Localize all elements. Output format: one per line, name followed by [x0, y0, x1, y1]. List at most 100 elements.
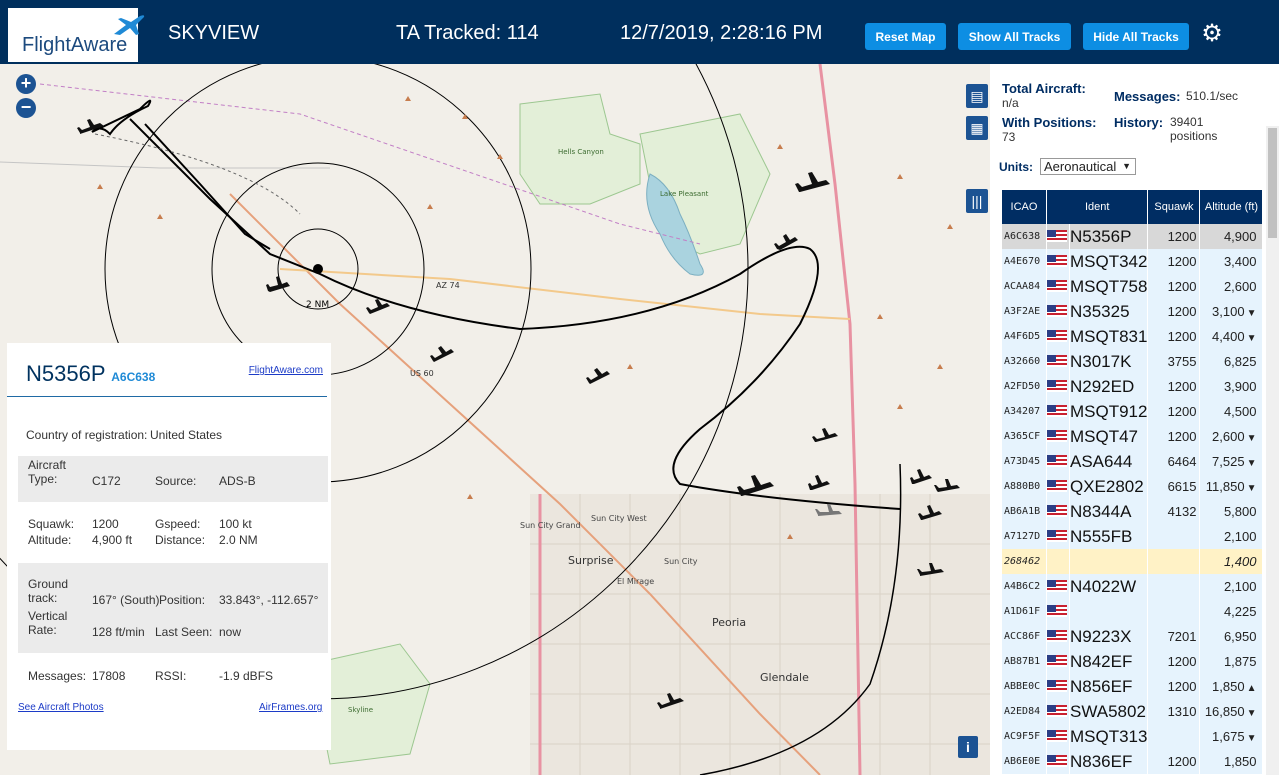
map-label-lake-pleasant: Lake Pleasant [660, 190, 709, 198]
altitude-cell: 2,100 [1200, 524, 1263, 549]
us-flag-icon [1047, 605, 1067, 618]
flag-cell [1047, 524, 1069, 549]
map-label-sun-city-west: Sun City West [591, 514, 647, 523]
altitude-value: 4,900 ft [92, 533, 133, 547]
selected-registration: N5356P A6C638 [26, 361, 156, 386]
aircraft-type-label: Aircraft Type: [28, 458, 67, 486]
column-icao[interactable]: ICAO [1002, 190, 1046, 224]
hide-all-tracks-button[interactable]: Hide All Tracks [1083, 23, 1189, 50]
flag-cell [1047, 324, 1069, 349]
squawk-cell: 1310 [1148, 699, 1200, 724]
us-flag-icon [1047, 355, 1067, 368]
icao-cell: AB6A1B [1002, 499, 1046, 524]
table-row[interactable]: A4B6C2 N4022W 2,100 [1002, 574, 1263, 599]
ident-cell: N842EF [1070, 649, 1148, 674]
table-row[interactable]: ACAA84 MSQT758 1200 2,600 [1002, 274, 1263, 299]
map-label-sun-city: Sun City [664, 557, 698, 566]
messages-rate-label: Messages: [1114, 89, 1181, 104]
table-row[interactable]: A365CF MSQT47 1200 2,600 ▼ [1002, 424, 1263, 449]
altitude-value: 4,225 [1223, 604, 1257, 619]
altitude-value: 1,875 [1223, 654, 1257, 669]
us-flag-icon [1047, 405, 1067, 418]
top-bar: FlightAware SKYVIEW TA Tracked: 114 12/7… [0, 0, 1279, 64]
ident-cell: MSQT831 [1070, 324, 1148, 349]
icao-cell: A4B6C2 [1002, 574, 1046, 599]
table-row[interactable]: AB6A1B N8344A 4132 5,800 [1002, 499, 1263, 524]
altitude-cell: 2,600 ▼ [1200, 424, 1263, 449]
ident-cell: MSQT342 [1070, 249, 1148, 274]
table-row[interactable]: A4F6D5 MSQT831 1200 4,400 ▼ [1002, 324, 1263, 349]
squawk-cell: 1200 [1148, 374, 1200, 399]
tracked-count: TA Tracked: 114 [396, 22, 539, 44]
ident-cell: MSQT758 [1070, 274, 1148, 299]
flag-cell [1047, 649, 1069, 674]
us-flag-icon [1047, 380, 1067, 393]
clock: 12/7/2019, 2:28:16 PM [620, 22, 823, 44]
table-row[interactable]: AC9F5F MSQT313 1,675 ▼ [1002, 724, 1263, 749]
table-row[interactable]: 268462 1,400 [1002, 549, 1263, 574]
altitude-cell: 6,825 [1200, 349, 1263, 374]
table-row[interactable]: AB87B1 N842EF 1200 1,875 [1002, 649, 1263, 674]
brand-name: FlightAware [22, 34, 128, 56]
table-row[interactable]: A6C638 N5356P 1200 4,900 [1002, 224, 1263, 249]
squawk-cell: 1200 [1148, 274, 1200, 299]
site-name: SKYVIEW [168, 22, 260, 44]
airframes-link[interactable]: AirFrames.org [259, 702, 322, 713]
table-row[interactable]: A3F2AE N35325 1200 3,100 ▼ [1002, 299, 1263, 324]
zoom-out-button[interactable]: − [16, 98, 36, 118]
altitude-cell: 1,400 [1200, 549, 1263, 574]
map-layers-icon[interactable]: ▤ [966, 84, 988, 108]
table-row[interactable]: ACC86F N9223X 7201 6,950 [1002, 624, 1263, 649]
units-select[interactable]: Aeronautical ▼ [1040, 158, 1136, 175]
table-row[interactable]: A2FD50 N292ED 1200 3,900 [1002, 374, 1263, 399]
table-row[interactable]: ABBE0C N856EF 1200 1,850 ▲ [1002, 674, 1263, 699]
squawk-cell: 1200 [1148, 299, 1200, 324]
show-all-tracks-button[interactable]: Show All Tracks [958, 23, 1071, 50]
last-seen-label: Last Seen: [155, 625, 213, 639]
table-row[interactable]: A1D61F 4,225 [1002, 599, 1263, 624]
squawk-cell: 1200 [1148, 649, 1200, 674]
flightaware-link[interactable]: FlightAware.com [249, 365, 323, 376]
scrollbar-thumb[interactable] [1268, 128, 1277, 238]
flightaware-logo[interactable]: FlightAware [8, 8, 145, 62]
zoom-in-button[interactable]: + [16, 74, 36, 94]
column-squawk[interactable]: Squawk [1148, 190, 1200, 224]
altitude-value: 1,850 [1223, 754, 1257, 769]
table-row[interactable]: A32660 N3017K 3755 6,825 [1002, 349, 1263, 374]
altitude-value: 16,850 [1204, 704, 1245, 719]
flag-cell [1047, 624, 1069, 649]
table-row[interactable]: AB6E0E N836EF 1200 1,850 [1002, 749, 1263, 774]
columns-toggle-icon[interactable]: ||| [966, 189, 988, 213]
table-row[interactable]: A7127D N555FB 2,100 [1002, 524, 1263, 549]
column-altitude[interactable]: Altitude (ft) [1200, 190, 1263, 224]
squawk-cell: 1200 [1148, 324, 1200, 349]
altitude-value: 3,400 [1223, 254, 1257, 269]
column-ident[interactable]: Ident [1047, 190, 1148, 224]
altitude-cell: 7,525 ▼ [1200, 449, 1263, 474]
us-flag-icon [1047, 230, 1067, 243]
ident-cell: MSQT313 [1070, 724, 1148, 749]
table-row[interactable]: A73D45 ASA644 6464 7,525 ▼ [1002, 449, 1263, 474]
table-row[interactable]: A880B0 QXE2802 6615 11,850 ▼ [1002, 474, 1263, 499]
flag-cell [1047, 474, 1069, 499]
aircraft-photos-link[interactable]: See Aircraft Photos [18, 702, 104, 713]
source-label: Source: [155, 474, 197, 488]
table-row[interactable]: A4E670 MSQT342 1200 3,400 [1002, 249, 1263, 274]
altitude-cell: 3,100 ▼ [1200, 299, 1263, 324]
squawk-cell: 1200 [1148, 224, 1200, 249]
reset-map-button[interactable]: Reset Map [865, 23, 946, 50]
grid-toggle-icon[interactable]: ▦ [966, 116, 988, 140]
map-label-glendale: Glendale [760, 671, 809, 684]
altitude-cell: 4,400 ▼ [1200, 324, 1263, 349]
gspeed-value: 100 kt [219, 517, 252, 531]
table-row[interactable]: A34207 MSQT912 1200 4,500 [1002, 399, 1263, 424]
info-icon[interactable]: i [958, 736, 978, 758]
table-row[interactable]: A2ED84 SWA5802 1310 16,850 ▼ [1002, 699, 1263, 724]
ident-cell: N4022W [1070, 574, 1148, 599]
ident-cell: N9223X [1070, 624, 1148, 649]
settings-gear-icon[interactable]: ⚙ [1199, 21, 1225, 47]
icao-cell: ACC86F [1002, 624, 1046, 649]
altitude-label: Altitude: [28, 533, 72, 547]
icao-cell: 268462 [1002, 549, 1046, 574]
ident-cell: SWA5802 [1070, 699, 1148, 724]
